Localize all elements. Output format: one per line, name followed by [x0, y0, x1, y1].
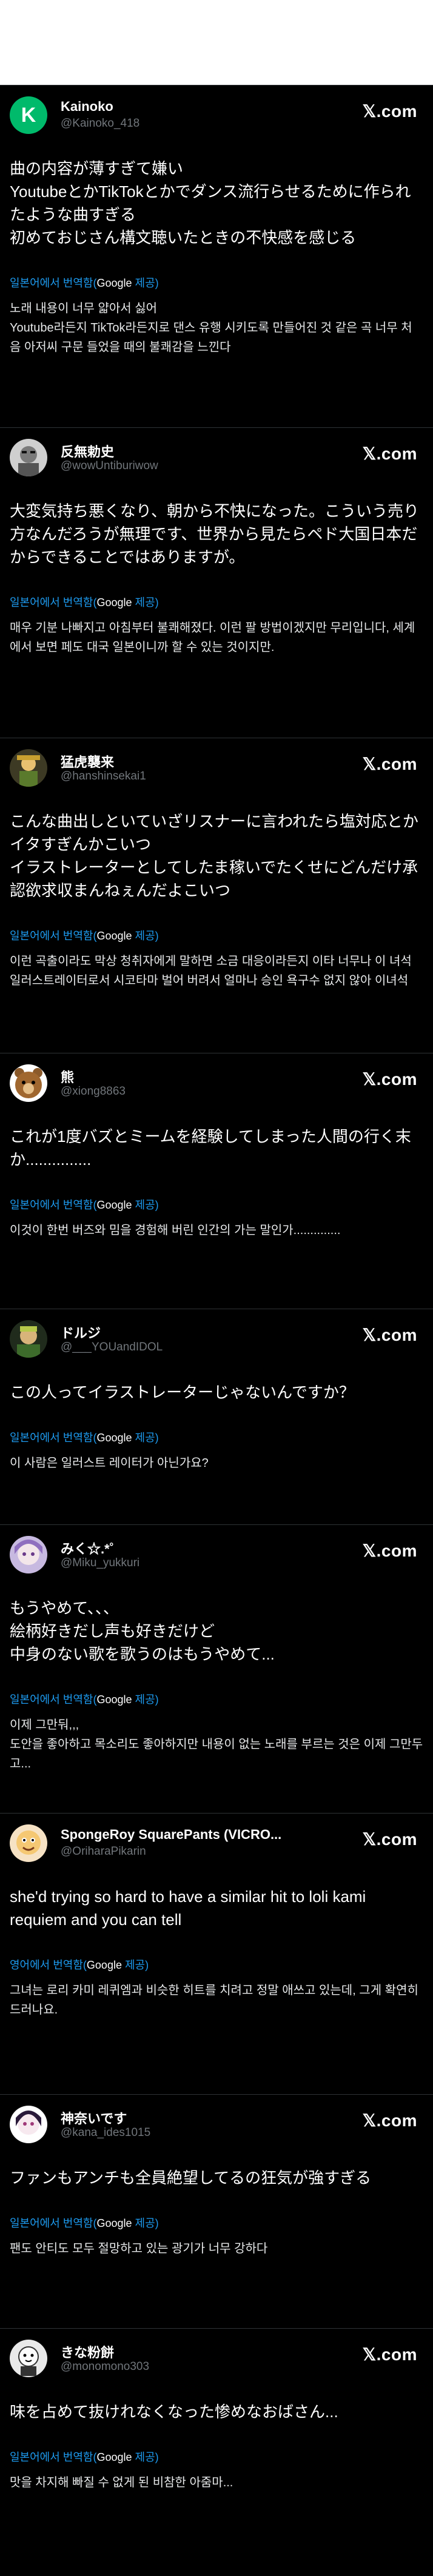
- tweet-text: she'd trying so hard to have a similar h…: [10, 1887, 366, 1929]
- avatar[interactable]: [10, 1536, 47, 1573]
- display-name[interactable]: Kainoko: [61, 99, 113, 115]
- tweet-card[interactable]: みく☆.*˚ @Miku_yukkuri 𝕏.com もうやめて、、、 絵柄好き…: [0, 1524, 433, 1813]
- tweet-text: こんな曲出しといていざリスナーに言われたら塩対応とかイタすぎんかこいつ イラスト…: [10, 812, 418, 899]
- x-logo-icon[interactable]: 𝕏.com: [363, 1829, 417, 1849]
- tweet-card[interactable]: 熊 @xiong8863 𝕏.com これが1度バズとミームを経験してしまった人…: [0, 1053, 433, 1309]
- display-name[interactable]: 猛虎襲来: [61, 752, 114, 771]
- tweet-header: ドルジ @___YOUandIDOL 𝕏.com: [10, 1309, 423, 1358]
- user-handle[interactable]: @monomono303: [61, 2360, 149, 2374]
- tweet-header: 熊 @xiong8863 𝕏.com: [10, 1053, 423, 1102]
- tweet-card[interactable]: 反無勅史 @wowUntiburiwow 𝕏.com 大変気持ち悪くなり、朝から…: [0, 427, 433, 738]
- display-name[interactable]: 熊: [61, 1067, 74, 1086]
- user-handle[interactable]: @Miku_yukkuri: [61, 1557, 139, 1570]
- translation-attribution[interactable]: 일본어에서 번역함(Google 제공): [10, 1429, 423, 1445]
- top-blank-bar: [0, 0, 433, 85]
- tweet-header: K Kainoko @Kainoko_418 𝕏.com: [10, 85, 423, 134]
- avatar[interactable]: [10, 2340, 47, 2377]
- display-name[interactable]: SpongeRoy SquarePants (VICRO...: [61, 1827, 281, 1843]
- translated-text: 매우 기분 나빠지고 아침부터 불쾌해졌다. 이런 팔 방법이겠지만 무리입니다…: [10, 621, 415, 654]
- x-logo-icon[interactable]: 𝕏.com: [363, 1325, 417, 1345]
- tweet-text: 味を占めて抜けれなくなった惨めなおばさん...: [10, 2403, 338, 2421]
- kainoko-logo-icon: K: [21, 103, 36, 127]
- avatar[interactable]: [10, 1824, 47, 1862]
- translation-attribution[interactable]: 영어에서 번역함(Google 제공): [10, 1957, 423, 1972]
- tweet-text: ファンもアンチも全員絶望してるの狂気が強すぎる: [10, 2169, 372, 2187]
- x-logo-icon[interactable]: 𝕏.com: [363, 1069, 417, 1089]
- display-name[interactable]: きな粉餅: [61, 2342, 114, 2361]
- tweet-header: 神奈いです @kana_ides1015 𝕏.com: [10, 2095, 423, 2143]
- tweet-header: みく☆.*˚ @Miku_yukkuri 𝕏.com: [10, 1525, 423, 1573]
- tweet-text: この人ってイラストレーターじゃないんですか？: [10, 1383, 355, 1401]
- avatar[interactable]: [10, 749, 47, 787]
- x-logo-icon[interactable]: 𝕏.com: [363, 1541, 417, 1561]
- translated-text: 이것이 한번 버즈와 밈을 경험해 버린 인간의 가는 말인가.........…: [10, 1224, 341, 1237]
- user-handle[interactable]: @kana_ides1015: [61, 2126, 150, 2140]
- avatar[interactable]: [10, 2106, 47, 2143]
- user-handle[interactable]: @Kainoko_418: [61, 117, 139, 130]
- avatar[interactable]: [10, 1320, 47, 1358]
- translation-attribution[interactable]: 일본어에서 번역함(Google 제공): [10, 1196, 423, 1212]
- display-name[interactable]: 反無勅史: [61, 441, 114, 461]
- user-handle[interactable]: @wowUntiburiwow: [61, 459, 158, 473]
- user-handle[interactable]: @___YOUandIDOL: [61, 1341, 163, 1354]
- translated-text: 맛을 차지해 빠질 수 없게 된 비참한 아줌마...: [10, 2476, 233, 2489]
- translated-text: 그녀는 로리 카미 레퀴엠과 비슷한 히트를 치려고 정말 애쓰고 있는데, 그…: [10, 1984, 418, 2017]
- translation-attribution[interactable]: 일본어에서 번역함(Google 제공): [10, 594, 423, 610]
- user-handle[interactable]: @xiong8863: [61, 1085, 126, 1098]
- translation-attribution[interactable]: 일본어에서 번역함(Google 제공): [10, 2449, 423, 2464]
- tweet-card[interactable]: K Kainoko @Kainoko_418 𝕏.com 曲の内容が薄すぎて嫌い…: [0, 85, 433, 427]
- tweet-text: 曲の内容が薄すぎて嫌い YoutubeとかTikTokとかでダンス流行らせるため…: [10, 159, 411, 247]
- translated-text: 팬도 안티도 모두 절망하고 있는 광기가 너무 강하다: [10, 2242, 268, 2255]
- display-name[interactable]: ドルジ: [61, 1323, 101, 1342]
- translation-attribution[interactable]: 일본어에서 번역함(Google 제공): [10, 2215, 423, 2231]
- user-handle[interactable]: @OriharaPikarin: [61, 1845, 146, 1858]
- avatar[interactable]: [10, 439, 47, 476]
- tweet-header: きな粉餅 @monomono303 𝕏.com: [10, 2329, 423, 2377]
- tweet-card[interactable]: ドルジ @___YOUandIDOL 𝕏.com この人ってイラストレーターじゃ…: [0, 1309, 433, 1524]
- tweet-text: 大変気持ち悪くなり、朝から不快になった。こういう売り方なんだろうが無理です、世界…: [10, 502, 419, 566]
- tweet-card[interactable]: 猛虎襲来 @hanshinsekai1 𝕏.com こんな曲出しといていざリスナ…: [0, 738, 433, 1053]
- tweet-header: SpongeRoy SquarePants (VICRO... @Orihara…: [10, 1814, 423, 1862]
- user-handle[interactable]: @hanshinsekai1: [61, 770, 146, 783]
- tweet-header: 猛虎襲来 @hanshinsekai1 𝕏.com: [10, 738, 423, 787]
- tweet-header: 反無勅史 @wowUntiburiwow 𝕏.com: [10, 428, 423, 476]
- translated-text: 이런 곡출이라도 막상 청취자에게 말하면 소금 대응이라든지 이타 너무나 이…: [10, 955, 412, 987]
- x-logo-icon[interactable]: 𝕏.com: [363, 444, 417, 464]
- x-logo-icon[interactable]: 𝕏.com: [363, 2111, 417, 2131]
- avatar[interactable]: [10, 1064, 47, 1102]
- avatar[interactable]: K: [10, 96, 47, 134]
- tweet-text: これが1度バズとミームを経験してしまった人間の行く末か.............…: [10, 1127, 411, 1169]
- translated-text: 이 사람은 일러스트 레이터가 아닌가요?: [10, 1457, 209, 1470]
- translation-attribution[interactable]: 일본어에서 번역함(Google 제공): [10, 275, 423, 290]
- translated-text: 노래 내용이 너무 얇아서 싫어 Youtube라든지 TikTok라든지로 댄…: [10, 302, 412, 354]
- x-logo-icon[interactable]: 𝕏.com: [363, 2344, 417, 2364]
- translation-attribution[interactable]: 일본어에서 번역함(Google 제공): [10, 1691, 423, 1707]
- translation-attribution[interactable]: 일본어에서 번역함(Google 제공): [10, 927, 423, 943]
- tweet-card[interactable]: きな粉餅 @monomono303 𝕏.com 味を占めて抜けれなくなった惨めな…: [0, 2328, 433, 2576]
- x-logo-icon[interactable]: 𝕏.com: [363, 101, 417, 121]
- tweet-card[interactable]: SpongeRoy SquarePants (VICRO... @Orihara…: [0, 1813, 433, 2094]
- x-logo-icon[interactable]: 𝕏.com: [363, 754, 417, 774]
- translated-text: 이제 그만둬,,, 도안을 좋아하고 목소리도 좋아하지만 내용이 없는 노래를…: [10, 1718, 423, 1770]
- display-name[interactable]: みく☆.*˚: [61, 1538, 114, 1558]
- display-name[interactable]: 神奈いです: [61, 2108, 127, 2127]
- tweet-text: もうやめて、、、 絵柄好きだし声も好きだけど 中身のない歌を歌うのはもうやめて.…: [10, 1599, 275, 1663]
- tweet-card[interactable]: 神奈いです @kana_ides1015 𝕏.com ファンもアンチも全員絶望し…: [0, 2094, 433, 2328]
